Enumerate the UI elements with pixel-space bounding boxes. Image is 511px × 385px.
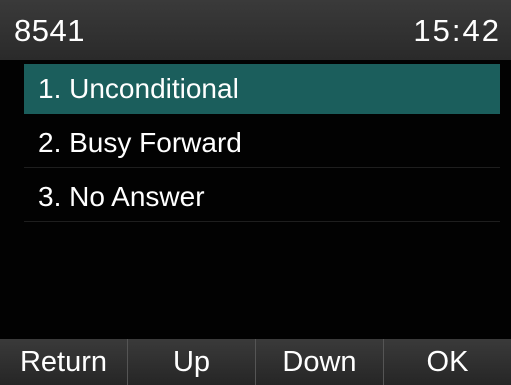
ok-button[interactable]: OK <box>384 339 511 385</box>
menu-item-label: 3. No Answer <box>38 180 205 212</box>
status-bar: 8541 15:42 <box>0 0 511 60</box>
phone-screen: 8541 15:42 1. Unconditional 2. Busy Forw… <box>0 0 511 385</box>
menu-item-label: 2. Busy Forward <box>38 126 242 158</box>
clock-time: 15:42 <box>413 13 501 48</box>
menu-item-busy-forward[interactable]: 2. Busy Forward <box>24 118 500 168</box>
down-button[interactable]: Down <box>256 339 384 385</box>
account-number: 8541 <box>14 13 85 48</box>
return-button[interactable]: Return <box>0 339 128 385</box>
up-button[interactable]: Up <box>128 339 256 385</box>
menu-item-unconditional[interactable]: 1. Unconditional <box>24 64 500 114</box>
menu-item-label: 1. Unconditional <box>38 72 239 104</box>
menu-item-no-answer[interactable]: 3. No Answer <box>24 172 500 222</box>
softkey-bar: Return Up Down OK <box>0 339 511 385</box>
call-forward-menu: 1. Unconditional 2. Busy Forward 3. No A… <box>24 64 500 226</box>
